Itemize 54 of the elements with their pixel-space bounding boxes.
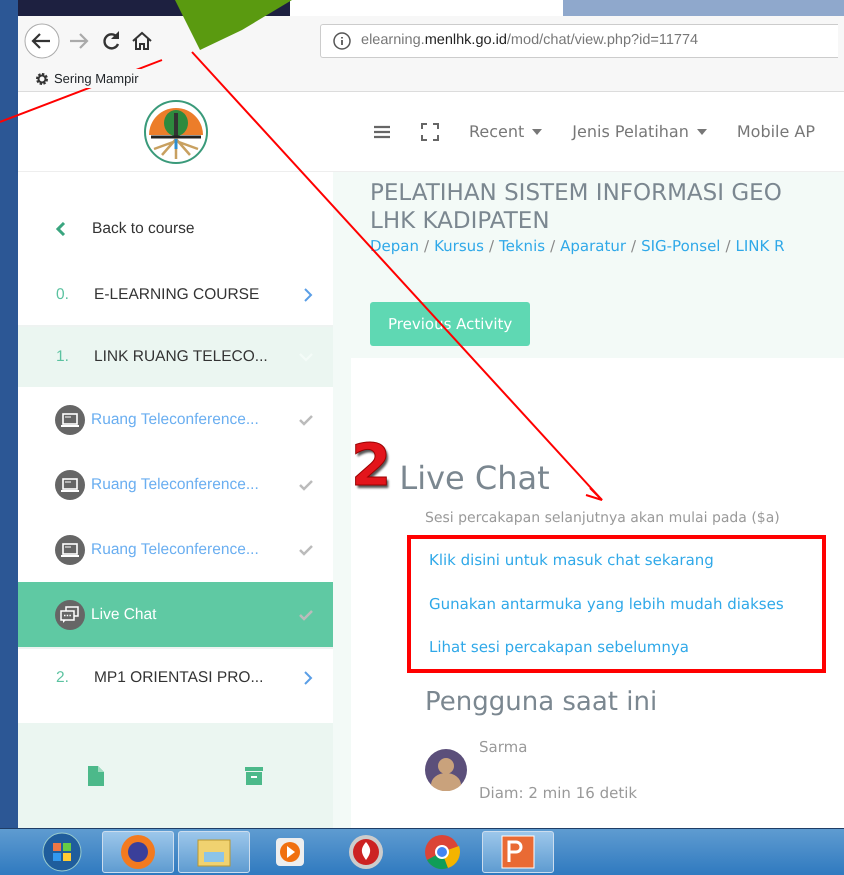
activity-item[interactable]: Live Chat — [18, 582, 333, 647]
home-button[interactable] — [130, 29, 154, 53]
start-button[interactable] — [42, 832, 82, 872]
logo-icon — [142, 98, 208, 164]
nav-menu-link[interactable]: Jenis Pelatihan — [572, 120, 707, 144]
page-heading: Live Chat — [399, 462, 550, 494]
user-name: Sarma — [479, 736, 528, 758]
step-number: 2 — [351, 436, 392, 494]
breadcrumb-separator: / — [631, 237, 636, 256]
url-text: elearning.menlhk.go.id/mod/chat/view.php?id=11774 — [361, 31, 698, 50]
chat-link[interactable]: Lihat sesi percakapan sebelumnya — [429, 636, 822, 659]
laptop-icon — [55, 470, 85, 500]
flame-icon[interactable] — [346, 832, 386, 872]
address-bar[interactable]: elearning.menlhk.go.id/mod/chat/view.php?id=11774 — [320, 24, 838, 58]
breadcrumb-link[interactable]: Aparatur — [560, 237, 626, 256]
back-to-course-link[interactable]: Back to course — [18, 172, 333, 265]
menu-icon[interactable] — [373, 124, 391, 140]
session-note: Sesi percakapan selanjutnya akan mulai pada ($a) — [425, 509, 781, 528]
chevron-right-icon — [303, 671, 313, 685]
fullscreen-icon[interactable] — [421, 122, 439, 140]
chrome-icon[interactable] — [422, 832, 462, 872]
chat-link[interactable]: Gunakan antarmuka yang lebih mudah diakses — [429, 592, 822, 616]
chat-icon — [55, 600, 85, 630]
idle-time: Diam: 2 min 16 detik — [479, 783, 638, 804]
page-title: LHK KADIPATEN — [369, 208, 551, 236]
section-heading: Pengguna saat ini — [425, 686, 658, 719]
chevron-left-icon — [56, 222, 66, 236]
archive-icon[interactable] — [244, 766, 263, 784]
breadcrumb-link[interactable]: SIG-Ponsel — [641, 237, 720, 256]
back-button[interactable] — [24, 23, 60, 59]
browser-icon[interactable] — [118, 832, 158, 872]
chevron-right-icon — [303, 288, 313, 302]
activity-item[interactable]: Ruang Teleconference... — [18, 452, 333, 517]
bookmark-item[interactable]: Sering Mampir — [34, 68, 141, 88]
activity-item[interactable]: Ruang Teleconference... — [18, 517, 333, 582]
activity-item[interactable]: Ruang Teleconference... — [18, 387, 333, 452]
breadcrumb-link[interactable]: Teknis — [499, 237, 546, 256]
laptop-icon — [55, 534, 85, 564]
laptop-icon — [55, 404, 85, 434]
breadcrumb-separator: / — [725, 237, 731, 256]
chat-link[interactable]: Klik disini untuk masuk chat sekarang — [429, 549, 822, 572]
breadcrumb-link[interactable]: Kursus — [434, 237, 484, 256]
avatar-icon — [425, 749, 467, 792]
gear-icon — [34, 70, 50, 86]
page-title: PELATIHAN SISTEM INFORMASI GEO — [369, 180, 783, 208]
nav-menu-link[interactable]: Mobile AP — [736, 120, 816, 144]
breadcrumb-separator: / — [424, 237, 430, 256]
breadcrumb-separator: / — [488, 237, 494, 256]
section-item[interactable]: 1. LINK RUANG TELECO... — [18, 327, 333, 387]
breadcrumb-link[interactable]: Depan — [370, 237, 419, 256]
nav-menu-link[interactable]: Recent — [469, 120, 542, 144]
breadcrumb-link[interactable]: LINK R — [736, 237, 785, 256]
info-icon — [333, 32, 351, 50]
breadcrumb-separator: / — [550, 237, 556, 256]
